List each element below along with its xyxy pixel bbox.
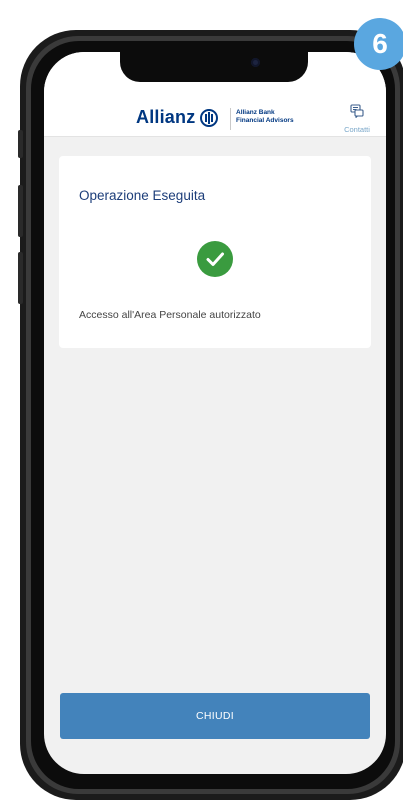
contacts-button[interactable]: Contatti xyxy=(332,104,382,134)
step-number: 6 xyxy=(372,28,388,59)
check-icon xyxy=(197,241,233,277)
header-divider xyxy=(230,108,231,130)
result-title: Operazione Eseguita xyxy=(79,188,206,203)
result-card: Operazione Eseguita Accesso all'Area Per… xyxy=(59,156,371,348)
volume-down-button xyxy=(18,252,23,304)
front-camera xyxy=(251,58,260,67)
result-message: Accesso all'Area Personale autorizzato xyxy=(79,309,261,321)
sub-brand-line2: Financial Advisors xyxy=(236,117,294,124)
contacts-label: Contatti xyxy=(344,125,370,134)
contacts-chat-icon xyxy=(350,104,364,119)
phone-notch xyxy=(120,52,308,82)
volume-up-button xyxy=(18,185,23,237)
mute-switch xyxy=(18,130,23,158)
app-screen: Allianz Allianz Bank Financial Advisors … xyxy=(44,52,386,774)
brand-name: Allianz xyxy=(136,107,196,127)
sub-brand: Allianz Bank Financial Advisors xyxy=(236,109,294,125)
sub-brand-line1: Allianz Bank xyxy=(236,109,275,116)
allianz-logo: Allianz xyxy=(136,107,219,128)
allianz-logo-icon xyxy=(200,108,219,127)
step-badge: 6 xyxy=(354,18,403,70)
close-button[interactable]: CHIUDI xyxy=(60,693,370,739)
